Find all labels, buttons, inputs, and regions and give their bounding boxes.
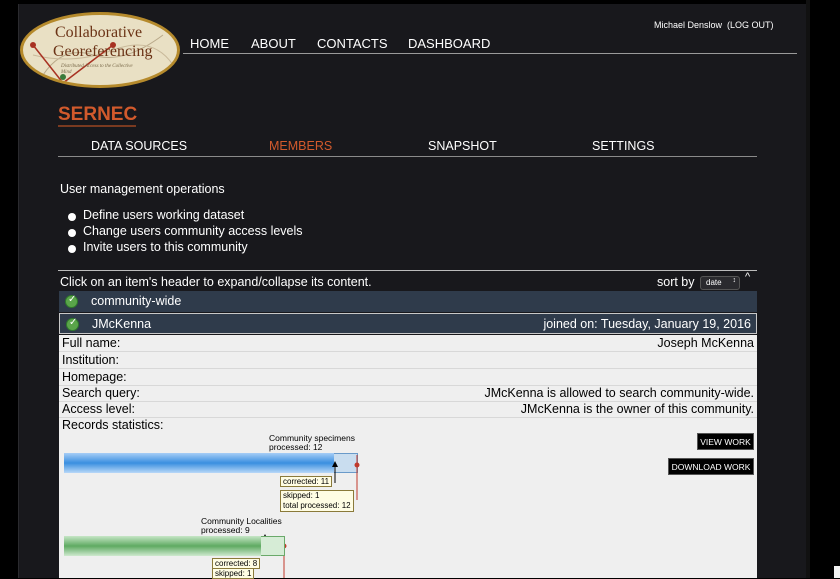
user-bar: Michael Denslow (LOG OUT) <box>654 20 774 30</box>
logo-tagline: Distributed Access to the Collective Min… <box>61 64 133 75</box>
updown-arrows-icon: ↕ <box>732 277 737 284</box>
operation-label: Change users community access levels <box>83 224 303 238</box>
localities-chart-title: Community Localities processed: 9 <box>201 517 282 535</box>
check-icon <box>65 294 78 308</box>
operation-label: Define users working dataset <box>83 208 245 222</box>
list-divider <box>58 270 757 271</box>
sort-label: sort by <box>657 275 695 289</box>
logout-link[interactable]: (LOG OUT) <box>727 20 774 30</box>
tab-settings[interactable]: SETTINGS <box>592 139 655 153</box>
tab-data-sources[interactable]: DATA SOURCES <box>91 139 187 153</box>
bullet-icon <box>68 213 76 221</box>
bullet-icon <box>68 229 76 237</box>
title-underline <box>58 125 136 127</box>
collaborative-georeferencing-logo[interactable]: Collaborative Georeferencing Distributed… <box>20 12 180 88</box>
specimens-corrected-tooltip: corrected: 11 <box>280 476 333 487</box>
specimens-total-processed: total processed: 12 <box>283 501 351 510</box>
nav-about[interactable]: ABOUT <box>251 36 296 51</box>
row-header-jmckenna[interactable]: JMcKenna joined on: Tuesday, January 19,… <box>59 313 757 334</box>
nav-home[interactable]: HOME <box>190 36 229 51</box>
nav-divider <box>183 53 797 54</box>
specimens-skipped: skipped: 1 <box>283 491 320 500</box>
community-title: SERNEC <box>58 104 138 125</box>
row-label: JMcKenna <box>92 317 152 331</box>
bullet-icon <box>68 245 76 253</box>
member-details: Full name: Joseph McKenna Institution: H… <box>59 335 757 579</box>
nav-contacts[interactable]: CONTACTS <box>317 36 388 51</box>
operations-heading: User management operations <box>60 182 225 196</box>
sort-value: date <box>706 278 722 287</box>
localities-skipped-tooltip: skipped: 1 <box>212 568 255 579</box>
localities-processed-bar[interactable] <box>64 536 261 556</box>
tab-snapshot[interactable]: SNAPSHOT <box>428 139 497 153</box>
user-name: Michael Denslow <box>654 20 723 30</box>
tabs-divider <box>58 156 757 157</box>
row-label: community-wide <box>91 294 182 308</box>
nav-dashboard[interactable]: DASHBOARD <box>408 36 490 51</box>
list-hint: Click on an item's header to expand/coll… <box>60 275 372 289</box>
corner-mark <box>834 566 840 578</box>
specimens-totals-tooltip: skipped: 1 total processed: 12 <box>280 490 354 512</box>
localities-title-line2: processed: 9 <box>201 525 250 535</box>
collapse-caret-icon[interactable]: ^ <box>745 271 750 283</box>
tab-members[interactable]: MEMBERS <box>269 139 332 153</box>
check-icon <box>66 317 79 331</box>
operation-label: Invite users to this community <box>83 240 248 254</box>
logo-title-line1: Collaborative <box>55 24 143 41</box>
joined-date: joined on: Tuesday, January 19, 2016 <box>543 317 751 331</box>
logo-title-line2: Georeferencing <box>53 43 153 60</box>
sort-select[interactable]: date ↕ <box>700 276 740 290</box>
window-edge <box>806 0 810 578</box>
row-header-community-wide[interactable]: community-wide <box>59 291 757 312</box>
